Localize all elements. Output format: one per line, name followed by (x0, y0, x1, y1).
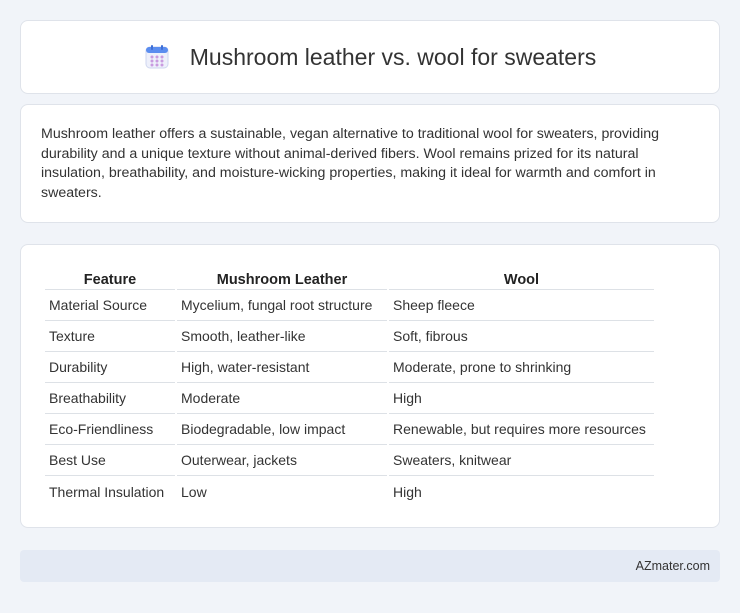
table-row: Best Use Outerwear, jackets Sweaters, kn… (45, 445, 654, 476)
table-header-row: Feature Mushroom Leather Wool (45, 267, 654, 290)
table-cell: Soft, fibrous (389, 321, 654, 352)
table-row: Eco-Friendliness Biodegradable, low impa… (45, 414, 654, 445)
table-cell: Moderate (177, 383, 387, 414)
table-row: Breathability Moderate High (45, 383, 654, 414)
table-cell: Breathability (45, 383, 175, 414)
table-cell: Moderate, prone to shrinking (389, 352, 654, 383)
footer-brand[interactable]: AZmater.com (636, 559, 710, 573)
table-cell: High, water-resistant (177, 352, 387, 383)
title-card: Mushroom leather vs. wool for sweaters (20, 20, 720, 94)
table-cell: Durability (45, 352, 175, 383)
table-row: Texture Smooth, leather-like Soft, fibro… (45, 321, 654, 352)
table-cell: Sweaters, knitwear (389, 445, 654, 476)
header-feature: Feature (45, 267, 175, 290)
table-cell: Material Source (45, 290, 175, 321)
table-cell: Best Use (45, 445, 175, 476)
calendar-icon (144, 44, 170, 70)
header-mushroom-leather: Mushroom Leather (177, 267, 387, 290)
table-cell: Renewable, but requires more resources (389, 414, 654, 445)
table-cell: Eco-Friendliness (45, 414, 175, 445)
table-cell: Smooth, leather-like (177, 321, 387, 352)
table-cell: Texture (45, 321, 175, 352)
description-card: Mushroom leather offers a sustainable, v… (20, 104, 720, 223)
table-cell: High (393, 483, 422, 500)
comparison-card: Feature Mushroom Leather Wool Material S… (20, 244, 720, 528)
description-text: Mushroom leather offers a sustainable, v… (41, 126, 660, 201)
table-cell: Sheep fleece (389, 290, 654, 321)
table-row: Material Source Mycelium, fungal root st… (45, 290, 654, 321)
table-cell: Biodegradable, low impact (177, 414, 387, 445)
table-cell: Mycelium, fungal root structure (177, 290, 387, 321)
header-wool: Wool (389, 267, 654, 290)
comparison-table: Feature Mushroom Leather Wool Material S… (43, 267, 656, 507)
table-cell: Outerwear, jackets (177, 445, 387, 476)
table-cell: Low (181, 483, 207, 500)
table-cell: Thermal Insulation (49, 483, 165, 500)
table-row: Durability High, water-resistant Moderat… (45, 352, 654, 383)
table-row: Thermal Insulation Low High (45, 476, 654, 507)
footer-bar: AZmater.com (20, 550, 720, 582)
page-title: Mushroom leather vs. wool for sweaters (189, 43, 597, 70)
table-cell: High (389, 383, 654, 414)
